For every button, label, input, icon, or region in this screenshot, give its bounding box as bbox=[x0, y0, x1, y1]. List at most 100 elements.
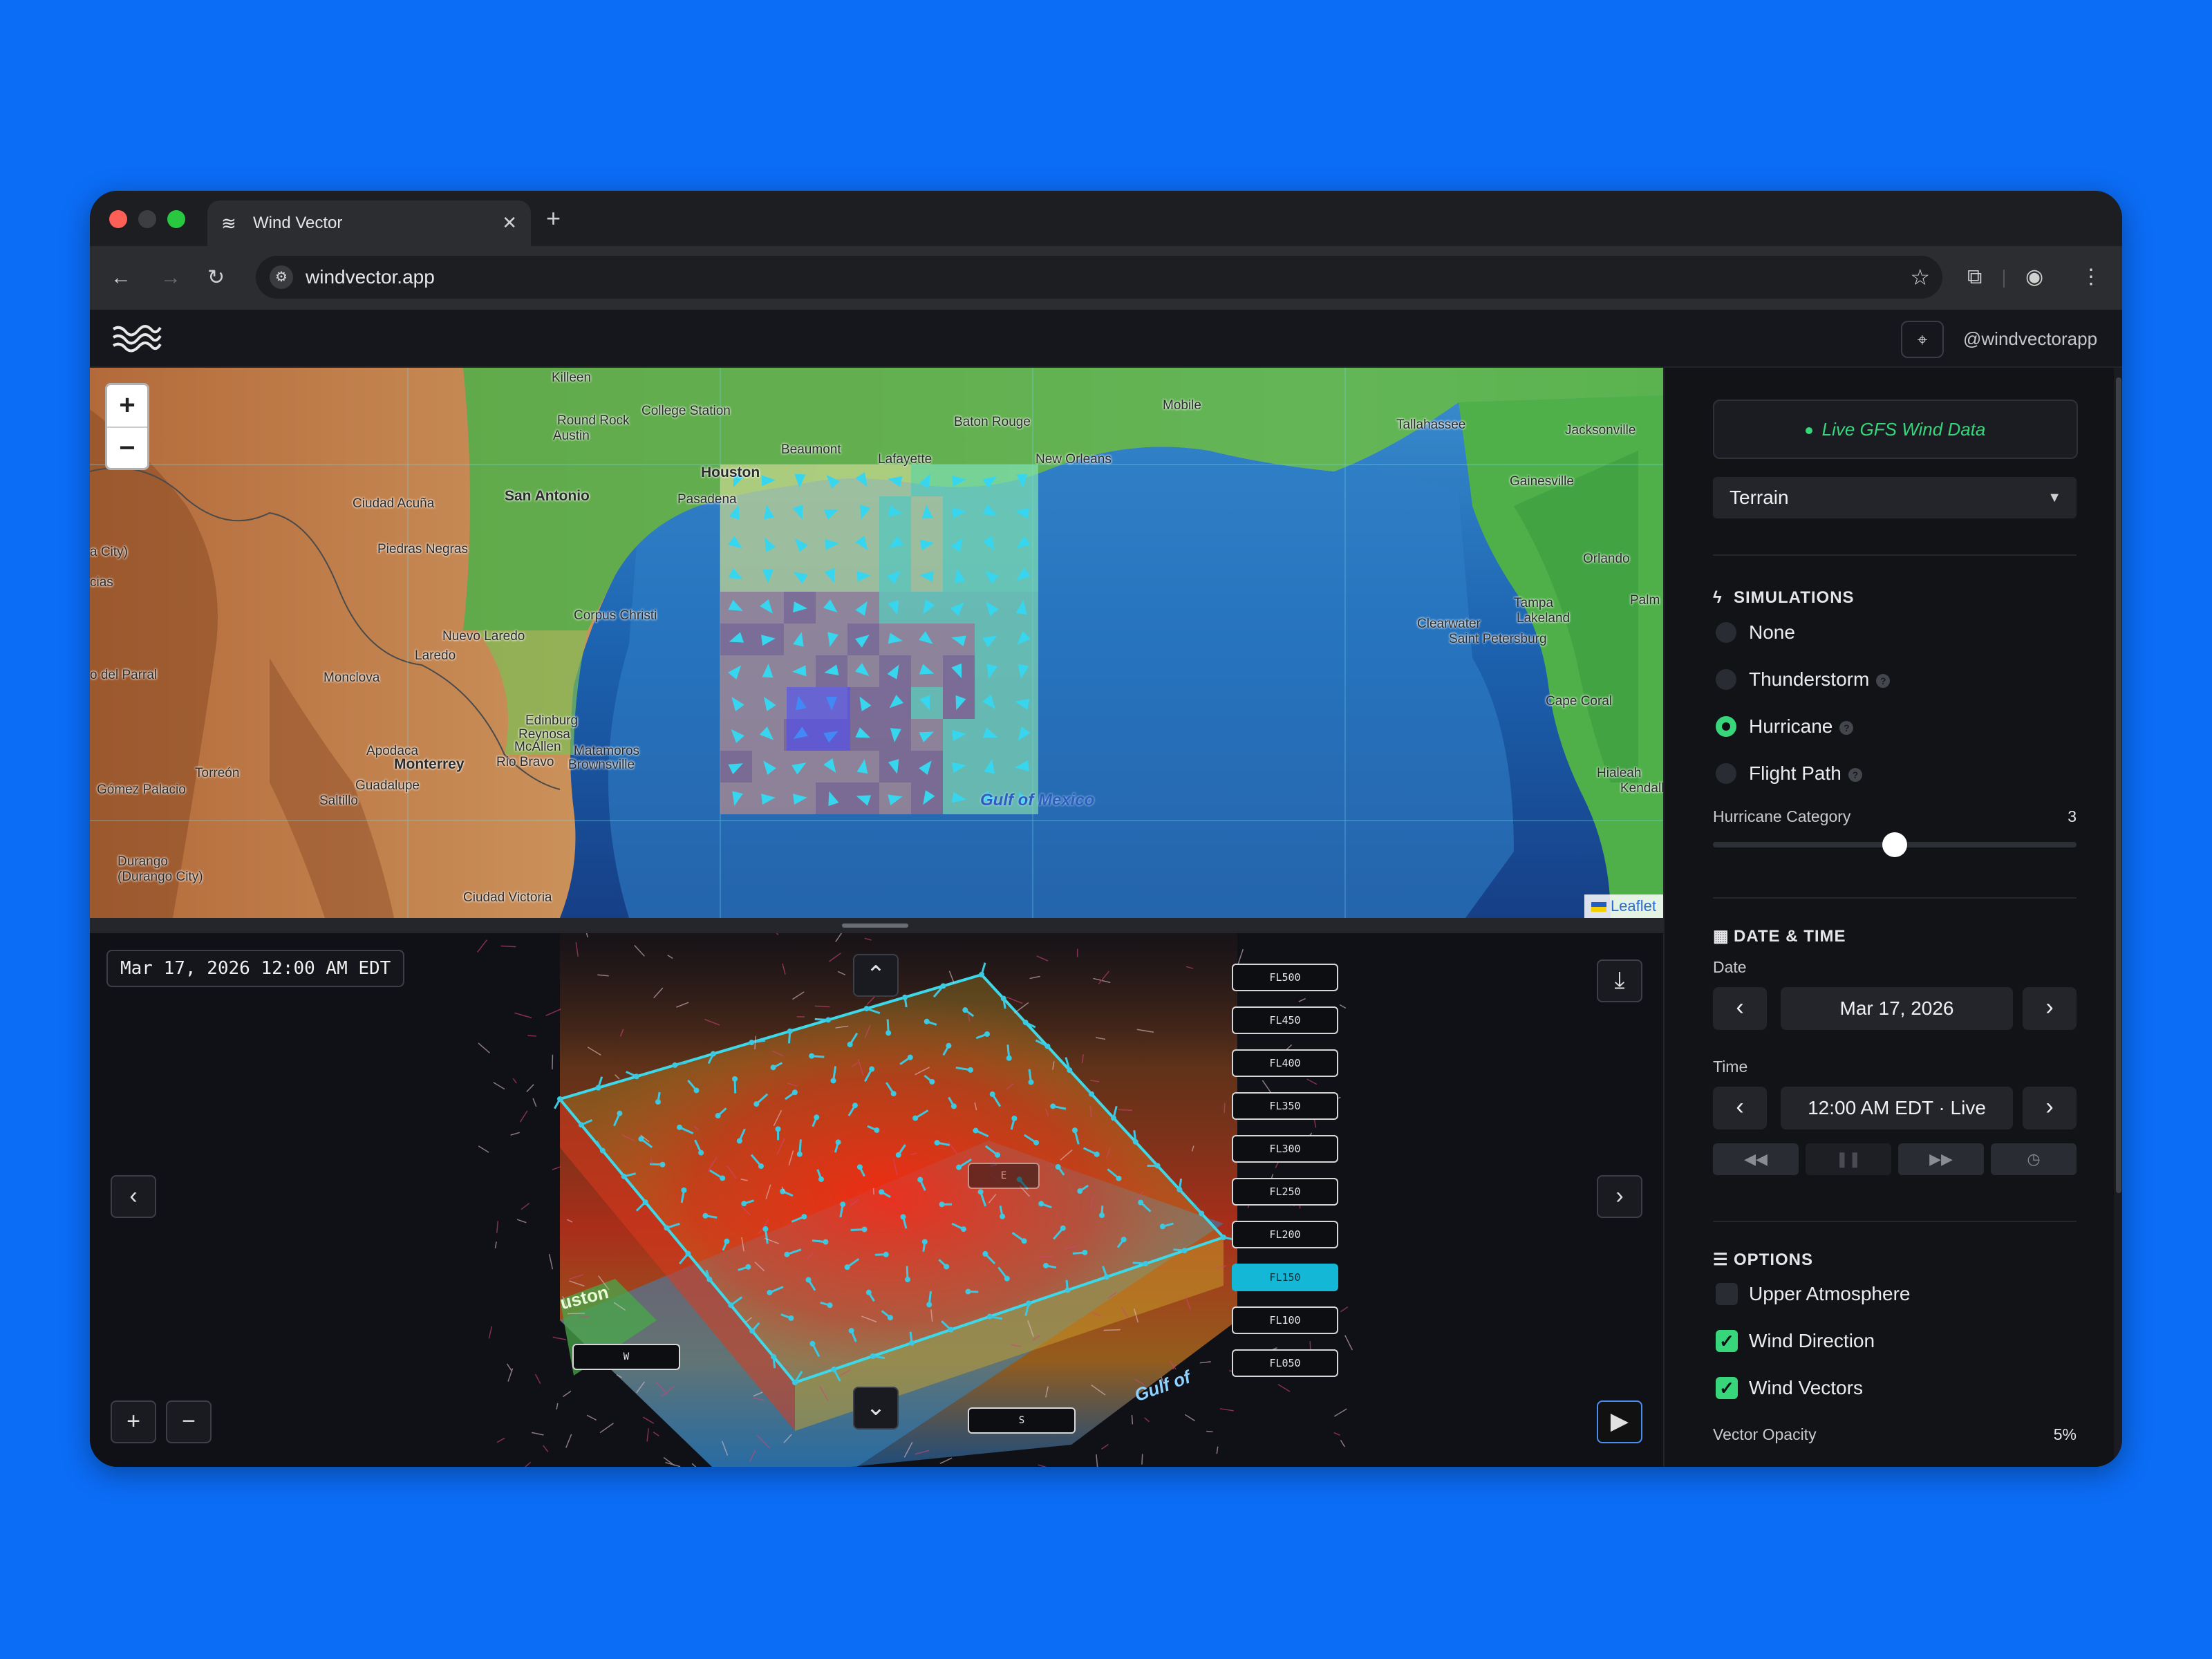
flight-level-button[interactable]: FL500 bbox=[1232, 964, 1338, 991]
radio-circle-selected[interactable] bbox=[1716, 716, 1736, 737]
wind-logo-icon: ≋ bbox=[221, 213, 236, 234]
hurricane-category-slider[interactable] bbox=[1713, 832, 2077, 857]
close-window-button[interactable] bbox=[109, 210, 127, 228]
time-value[interactable]: 12:00 AM EDT · Live bbox=[1781, 1087, 2013, 1130]
map-layer-select[interactable]: Terrain ▼ bbox=[1713, 477, 2077, 518]
menu-kebab-icon[interactable]: ⋮ bbox=[2081, 264, 2101, 290]
city-label: Cape Coral bbox=[1546, 694, 1613, 709]
viewer-timestamp: Mar 17, 2026 12:00 AM EDT bbox=[106, 950, 405, 987]
maximize-window-button[interactable] bbox=[167, 210, 185, 228]
checkbox-label: Wind Vectors bbox=[1749, 1377, 1863, 1398]
rotate-right-button[interactable]: › bbox=[1597, 1175, 1642, 1218]
radio-circle[interactable] bbox=[1716, 622, 1736, 643]
viewer-zoom-in-button[interactable]: + bbox=[111, 1400, 156, 1443]
divider bbox=[1713, 554, 2077, 556]
city-label: cias bbox=[90, 575, 113, 590]
flight-level-button[interactable]: FL350 bbox=[1232, 1092, 1338, 1120]
sidebar-scrollbar[interactable] bbox=[2114, 368, 2122, 1467]
city-label: Matamoros bbox=[574, 744, 640, 758]
resize-grip[interactable] bbox=[842, 924, 908, 928]
minimize-window-button[interactable] bbox=[138, 210, 156, 228]
live-data-label: Live GFS Wind Data bbox=[1821, 419, 1986, 440]
locate-crosshair-icon[interactable]: ⌖ bbox=[1901, 321, 1944, 358]
previous-date-button[interactable]: ‹ bbox=[1713, 987, 1767, 1030]
profile-icon[interactable]: ◉ bbox=[2025, 264, 2043, 290]
flight-level-button[interactable]: FL200 bbox=[1232, 1221, 1338, 1248]
live-data-indicator: Live GFS Wind Data bbox=[1713, 400, 2078, 459]
help-icon[interactable]: ? bbox=[1848, 767, 1862, 782]
3d-wind-viewer[interactable]: Mar 17, 2026 12:00 AM EDT ⌃ ⌄ ‹ › ⤓ + − … bbox=[90, 933, 1663, 1467]
tilt-down-button[interactable]: ⌄ bbox=[853, 1387, 899, 1430]
url-text[interactable]: windvector.app bbox=[306, 265, 435, 289]
previous-time-button[interactable]: ‹ bbox=[1713, 1087, 1767, 1130]
fast-forward-icon[interactable]: ▶▶ bbox=[1898, 1143, 1984, 1175]
flight-level-button[interactable]: FL400 bbox=[1232, 1049, 1338, 1077]
reload-icon[interactable]: ↻ bbox=[207, 265, 225, 290]
camera-icon[interactable]: ▶ bbox=[1597, 1400, 1642, 1443]
clock-icon[interactable]: ◷ bbox=[1991, 1143, 2077, 1175]
close-icon[interactable]: ✕ bbox=[502, 212, 517, 234]
city-label: Piedras Negras bbox=[377, 542, 468, 556]
download-icon[interactable]: ⤓ bbox=[1597, 959, 1642, 1002]
pause-icon[interactable]: ❚❚ bbox=[1806, 1143, 1891, 1175]
map-zoom-in-button[interactable]: + bbox=[107, 385, 147, 428]
map-canvas bbox=[90, 368, 1663, 918]
vector-opacity-label: Vector Opacity bbox=[1713, 1425, 1817, 1443]
next-time-button[interactable]: › bbox=[2023, 1087, 2077, 1130]
city-label: Saltillo bbox=[319, 794, 358, 808]
panel-resize-handle[interactable] bbox=[90, 918, 1663, 933]
rotate-left-button[interactable]: ‹ bbox=[111, 1175, 156, 1218]
hurricane-category-label: Hurricane Category bbox=[1713, 807, 1851, 825]
rewind-icon[interactable]: ◀◀ bbox=[1713, 1143, 1799, 1175]
map-zoom-out-button[interactable]: − bbox=[107, 428, 147, 469]
checkbox-checked[interactable]: ✓ bbox=[1716, 1377, 1738, 1399]
bookmark-star-icon[interactable]: ☆ bbox=[1910, 264, 1930, 290]
help-icon[interactable]: ? bbox=[1876, 673, 1891, 688]
flag-icon bbox=[1591, 902, 1606, 912]
radio-circle[interactable] bbox=[1716, 669, 1736, 690]
next-date-button[interactable]: › bbox=[2023, 987, 2077, 1030]
city-label: Jacksonville bbox=[1565, 423, 1636, 438]
flight-level-button[interactable]: FL300 bbox=[1232, 1135, 1338, 1163]
attribution-text[interactable]: Leaflet bbox=[1611, 897, 1656, 915]
flight-level-button[interactable]: FL100 bbox=[1232, 1306, 1338, 1334]
compass-west-label: W bbox=[572, 1344, 680, 1370]
flight-level-button-active[interactable]: FL150 bbox=[1232, 1264, 1338, 1291]
divider bbox=[1713, 1221, 2077, 1222]
social-handle-link[interactable]: @windvectorapp bbox=[1963, 325, 2097, 353]
wind-logo-icon[interactable] bbox=[111, 322, 163, 354]
leaflet-attribution-link[interactable]: Leaflet bbox=[1584, 894, 1663, 918]
scrollbar-thumb[interactable] bbox=[2116, 377, 2121, 1193]
compass-south-label: S bbox=[968, 1407, 1076, 1434]
checkbox[interactable] bbox=[1716, 1283, 1738, 1305]
plus-icon[interactable]: + bbox=[546, 205, 561, 232]
radio-circle[interactable] bbox=[1716, 763, 1736, 784]
gulf-label: Gulf of Mexico bbox=[980, 791, 1095, 809]
checkbox-checked[interactable]: ✓ bbox=[1716, 1330, 1738, 1352]
city-label: Nuevo Laredo bbox=[442, 629, 525, 644]
vector-opacity-value: 5% bbox=[2053, 1425, 2077, 1443]
omnibox[interactable]: ⚙ windvector.app ☆ bbox=[256, 256, 1942, 299]
flight-level-button[interactable]: FL250 bbox=[1232, 1178, 1338, 1206]
toolbar-divider bbox=[2003, 270, 2005, 288]
radio-label: Flight Path bbox=[1749, 762, 1841, 784]
site-settings-icon[interactable]: ⚙ bbox=[270, 265, 293, 289]
city-label: a City) bbox=[90, 545, 128, 559]
date-value[interactable]: Mar 17, 2026 bbox=[1781, 987, 2013, 1030]
terrain-map[interactable]: + − Killeen Round Rock College Station A… bbox=[90, 368, 1663, 918]
flight-level-button[interactable]: FL450 bbox=[1232, 1006, 1338, 1034]
forward-icon[interactable]: → bbox=[160, 265, 181, 290]
sliders-icon: ☰ bbox=[1713, 1250, 1729, 1269]
flight-level-button[interactable]: FL050 bbox=[1232, 1349, 1338, 1377]
city-label: Beaumont bbox=[781, 442, 841, 457]
tab-search-icon[interactable]: ⧉ bbox=[1967, 264, 1982, 290]
radio-label: Hurricane bbox=[1749, 715, 1833, 737]
browser-tab[interactable]: ≋ Wind Vector ✕ bbox=[207, 200, 531, 246]
viewer-zoom-out-button[interactable]: − bbox=[166, 1400, 212, 1443]
back-icon[interactable]: ← bbox=[111, 265, 131, 290]
slider-knob[interactable] bbox=[1882, 832, 1907, 857]
help-icon[interactable]: ? bbox=[1839, 720, 1854, 735]
map-layer-select-value[interactable]: Terrain bbox=[1730, 477, 1789, 518]
city-label: Apodaca bbox=[366, 744, 419, 758]
tilt-up-button[interactable]: ⌃ bbox=[853, 954, 899, 997]
